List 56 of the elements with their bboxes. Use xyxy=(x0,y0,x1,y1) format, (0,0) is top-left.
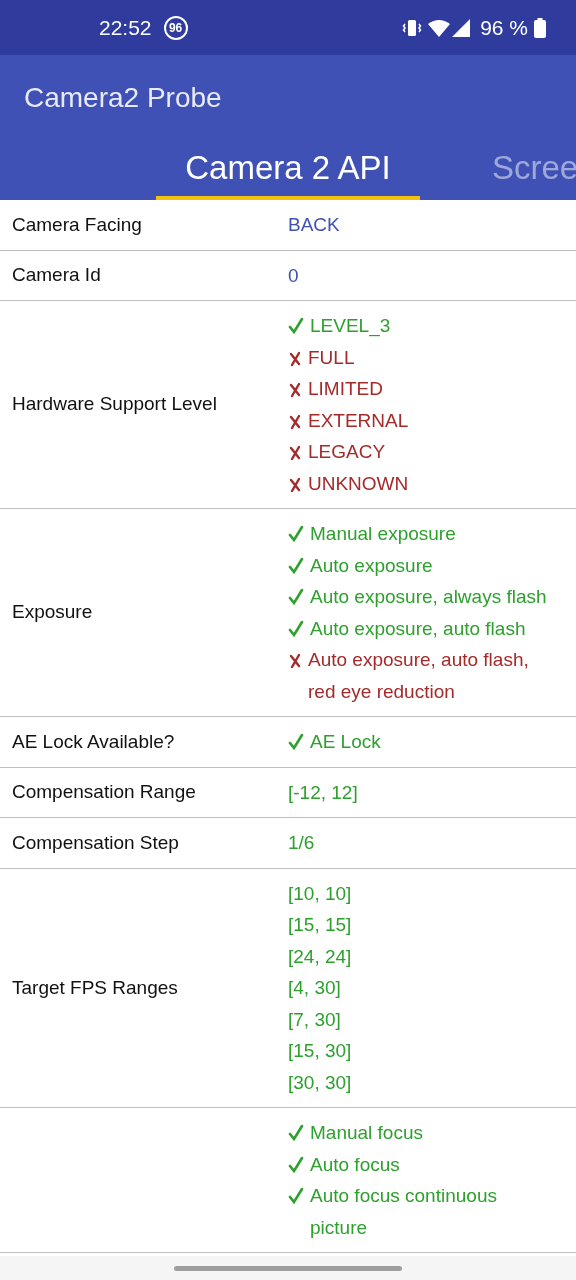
property-label: Hardware Support Level xyxy=(12,393,217,415)
property-value: Auto focus continuous picture xyxy=(310,1184,498,1240)
property-label: Exposure xyxy=(12,601,93,623)
cross-icon xyxy=(288,651,302,669)
property-value: 1/6 xyxy=(288,831,315,855)
property-label: Target FPS Ranges xyxy=(12,976,178,998)
property-value: BACK xyxy=(288,213,340,237)
check-icon xyxy=(288,525,304,542)
tab[interactable]: Camera 2 API xyxy=(156,140,420,200)
check-icon xyxy=(288,1155,304,1173)
property-value: UNKNOWN xyxy=(308,471,409,496)
property-value: Auto focus xyxy=(310,1152,400,1177)
property-label: Compensation Step xyxy=(12,831,179,853)
battery-percent: 96 % xyxy=(480,14,528,41)
check-icon xyxy=(288,1124,304,1141)
property-value: Auto exposure, always flash xyxy=(310,585,547,609)
property-value: Auto exposure xyxy=(310,553,433,578)
notification-badge: 96 xyxy=(163,15,188,40)
property-value: Auto exposure, auto flash, red eye reduction xyxy=(308,648,530,704)
property-value: [4, 30] xyxy=(288,976,341,1000)
check-icon xyxy=(288,1187,304,1204)
property-value: LIMITED xyxy=(308,377,383,401)
property-value: [15, 30] xyxy=(288,1039,352,1063)
status-time: 22:52 xyxy=(99,14,152,41)
home-indicator[interactable] xyxy=(174,1265,402,1271)
check-icon xyxy=(288,317,304,334)
property-value: [10, 10] xyxy=(288,881,352,906)
property-value: Manual exposure xyxy=(310,522,456,546)
check-icon xyxy=(288,619,304,637)
property-value: FULL xyxy=(308,345,355,370)
property-label: Camera Id xyxy=(12,264,101,285)
cross-icon xyxy=(288,443,302,461)
app-title: Camera2 Probe xyxy=(24,80,222,115)
check-icon xyxy=(288,556,304,574)
battery-icon xyxy=(534,17,546,38)
property-value: Manual focus xyxy=(310,1121,423,1145)
property-label: Camera Facing xyxy=(12,213,142,235)
property-value: [-12, 12] xyxy=(288,780,358,805)
property-value: EXTERNAL xyxy=(308,408,409,433)
check-icon xyxy=(288,733,304,750)
property-value: LEVEL_3 xyxy=(310,314,391,339)
property-label: AE Lock Available? xyxy=(12,730,175,752)
cross-icon xyxy=(288,380,302,398)
wifi-icon xyxy=(428,18,451,37)
signal-icon xyxy=(452,18,471,37)
property-value: [7, 30] xyxy=(288,1007,341,1032)
property-value: [15, 15] xyxy=(288,913,352,937)
property-value: LEGACY xyxy=(308,440,386,464)
property-value: [30, 30] xyxy=(288,1070,352,1095)
check-icon xyxy=(288,588,304,605)
property-value: [24, 24] xyxy=(288,944,352,969)
property-label: Compensation Range xyxy=(12,781,196,802)
property-value: 0 xyxy=(288,263,299,288)
vibrate-icon xyxy=(402,17,423,38)
property-value: Auto exposure, auto flash xyxy=(310,616,526,641)
property-value: AE Lock xyxy=(310,730,381,754)
